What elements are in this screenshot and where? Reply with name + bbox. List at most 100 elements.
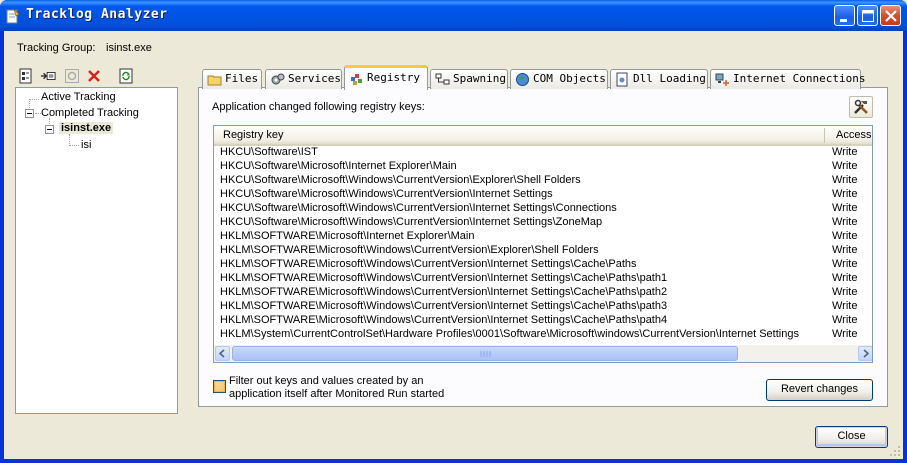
close-window-button[interactable] [880, 5, 901, 26]
tree-item-isi[interactable]: isi [81, 139, 91, 151]
tab-files[interactable]: Files [202, 69, 262, 89]
access-cell: Write [832, 272, 858, 284]
table-row[interactable]: HKCU\Software\IST Write [214, 146, 872, 160]
table-row[interactable]: HKLM\SOFTWARE\Microsoft\Windows\CurrentV… [214, 300, 872, 314]
registry-key-cell: HKCU\Software\Microsoft\Windows\CurrentV… [220, 202, 617, 214]
access-cell: Write [832, 202, 858, 214]
tab-dll-loading[interactable]: Dll Loading [610, 69, 708, 89]
arrow-right-icon [863, 349, 870, 358]
registry-key-cell: HKCU\Software\Microsoft\Internet Explore… [220, 160, 457, 172]
delete-icon[interactable] [86, 68, 102, 84]
access-cell: Write [832, 286, 858, 298]
tab-com-objects[interactable]: COM Objects [510, 69, 608, 89]
minimize-icon [840, 19, 847, 22]
collapse-completed-icon[interactable] [25, 109, 34, 118]
filter-checkbox[interactable] [213, 380, 226, 393]
table-row[interactable]: HKLM\SOFTWARE\Microsoft\Internet Explore… [214, 230, 872, 244]
tracklog-analyzer-window: Tracklog Analyzer Tracking Group: isinst… [0, 0, 907, 463]
tree-item-active-tracking[interactable]: Active Tracking [41, 91, 116, 103]
registry-list[interactable]: Registry key Access HKCU\Software\IST Wri… [213, 125, 873, 363]
registry-key-cell: HKLM\SOFTWARE\Microsoft\Windows\CurrentV… [220, 272, 668, 284]
globe-icon [516, 73, 529, 86]
tab-spawning[interactable]: Spawning [430, 69, 508, 89]
table-row[interactable]: HKLM\SOFTWARE\Microsoft\Windows\CurrentV… [214, 286, 872, 300]
tab-internet-connections[interactable]: Internet Connections [710, 69, 865, 89]
run-monitored-icon[interactable] [40, 68, 56, 84]
access-cell: Write [832, 314, 858, 326]
access-cell: Write [832, 244, 858, 256]
registry-key-cell: HKLM\SOFTWARE\Microsoft\Windows\CurrentV… [220, 300, 668, 312]
registry-intro-text: Application changed following registry k… [212, 101, 425, 113]
access-cell: Write [832, 174, 858, 186]
column-registry-key[interactable]: Registry key [223, 129, 284, 141]
table-row[interactable]: HKLM\SOFTWARE\Microsoft\Windows\CurrentV… [214, 314, 872, 328]
scroll-right-button[interactable] [858, 346, 872, 361]
filter-checkbox-label-line1: Filter out keys and values created by an [229, 375, 424, 387]
close-icon [885, 10, 897, 22]
table-row[interactable]: HKCU\Software\Microsoft\Windows\CurrentV… [214, 188, 872, 202]
arrow-left-icon [218, 349, 225, 358]
table-row[interactable]: HKLM\SOFTWARE\Microsoft\Windows\CurrentV… [214, 258, 872, 272]
registry-key-cell: HKLM\SOFTWARE\Microsoft\Windows\CurrentV… [220, 286, 668, 298]
registry-key-cell: HKCU\Software\Microsoft\Windows\CurrentV… [220, 216, 603, 228]
tree-item-isinst[interactable]: isinst.exe [59, 122, 114, 134]
gears-icon [271, 73, 285, 85]
close-button[interactable]: Close [815, 426, 888, 448]
column-access[interactable]: Access [836, 129, 871, 141]
access-cell: Write [832, 188, 858, 200]
access-cell: Write [832, 258, 858, 270]
collapse-isinst-icon[interactable] [45, 125, 54, 134]
maximize-icon [862, 10, 874, 22]
table-row[interactable]: HKLM\System\CurrentControlSet\Hardware P… [214, 328, 872, 342]
table-row[interactable]: HKLM\SOFTWARE\Microsoft\Windows\CurrentV… [214, 244, 872, 258]
access-cell: Write [832, 230, 858, 242]
access-cell: Write [832, 160, 858, 172]
window-title: Tracklog Analyzer [26, 7, 168, 22]
access-cell: Write [832, 216, 858, 228]
resize-grip-icon[interactable] [889, 445, 901, 457]
horizontal-scrollbar[interactable] [214, 345, 872, 362]
list-header: Registry key Access [214, 126, 872, 146]
grip-icon [480, 351, 491, 357]
tab-registry[interactable]: Registry [344, 65, 428, 90]
registry-key-cell: HKCU\Software\Microsoft\Windows\CurrentV… [220, 188, 553, 200]
filter-checkbox-label-line2: application itself after Monitored Run s… [229, 388, 445, 400]
folder-icon [207, 75, 222, 86]
registry-key-cell: HKLM\SOFTWARE\Microsoft\Windows\CurrentV… [220, 244, 599, 256]
title-bar[interactable]: Tracklog Analyzer [0, 0, 907, 31]
tools-button[interactable] [849, 96, 873, 118]
scroll-thumb[interactable] [232, 346, 738, 361]
registry-key-cell: HKLM\System\CurrentControlSet\Hardware P… [220, 328, 799, 340]
registry-key-cell: HKLM\SOFTWARE\Microsoft\Internet Explore… [220, 230, 475, 242]
dll-file-icon [616, 72, 628, 87]
tracking-group-label: Tracking Group: [17, 42, 96, 54]
maximize-button[interactable] [857, 5, 878, 26]
table-row[interactable]: HKCU\Software\Microsoft\Internet Explore… [214, 160, 872, 174]
registry-key-cell: HKLM\SOFTWARE\Microsoft\Windows\CurrentV… [220, 258, 637, 270]
table-row[interactable]: HKCU\Software\Microsoft\Windows\CurrentV… [214, 174, 872, 188]
network-tree-icon [435, 73, 450, 85]
tab-services[interactable]: Services [265, 69, 342, 89]
tracking-tree[interactable]: Active Tracking Completed Tracking isins… [15, 87, 178, 414]
table-row[interactable]: HKCU\Software\Microsoft\Windows\CurrentV… [214, 216, 872, 230]
tools-icon [854, 99, 868, 114]
registry-icon [351, 74, 362, 85]
tracklog-app-icon [6, 8, 20, 24]
network-computer-icon [715, 73, 729, 86]
access-cell: Write [832, 146, 858, 158]
revert-changes-button[interactable]: Revert changes [766, 379, 873, 401]
refresh-icon[interactable] [118, 68, 134, 84]
stop-icon[interactable] [64, 68, 80, 84]
access-cell: Write [832, 328, 858, 340]
table-row[interactable]: HKCU\Software\Microsoft\Windows\CurrentV… [214, 202, 872, 216]
new-tracking-icon[interactable] [18, 68, 34, 84]
registry-key-cell: HKLM\SOFTWARE\Microsoft\Windows\CurrentV… [220, 314, 668, 326]
access-cell: Write [832, 300, 858, 312]
minimize-button[interactable] [834, 5, 855, 26]
registry-key-cell: HKCU\Software\IST [220, 146, 318, 158]
tree-item-completed-tracking[interactable]: Completed Tracking [41, 107, 139, 119]
table-row[interactable]: HKLM\SOFTWARE\Microsoft\Windows\CurrentV… [214, 272, 872, 286]
scroll-left-button[interactable] [215, 346, 230, 361]
tracking-group-value: isinst.exe [106, 42, 152, 54]
registry-key-cell: HKCU\Software\Microsoft\Windows\CurrentV… [220, 174, 581, 186]
